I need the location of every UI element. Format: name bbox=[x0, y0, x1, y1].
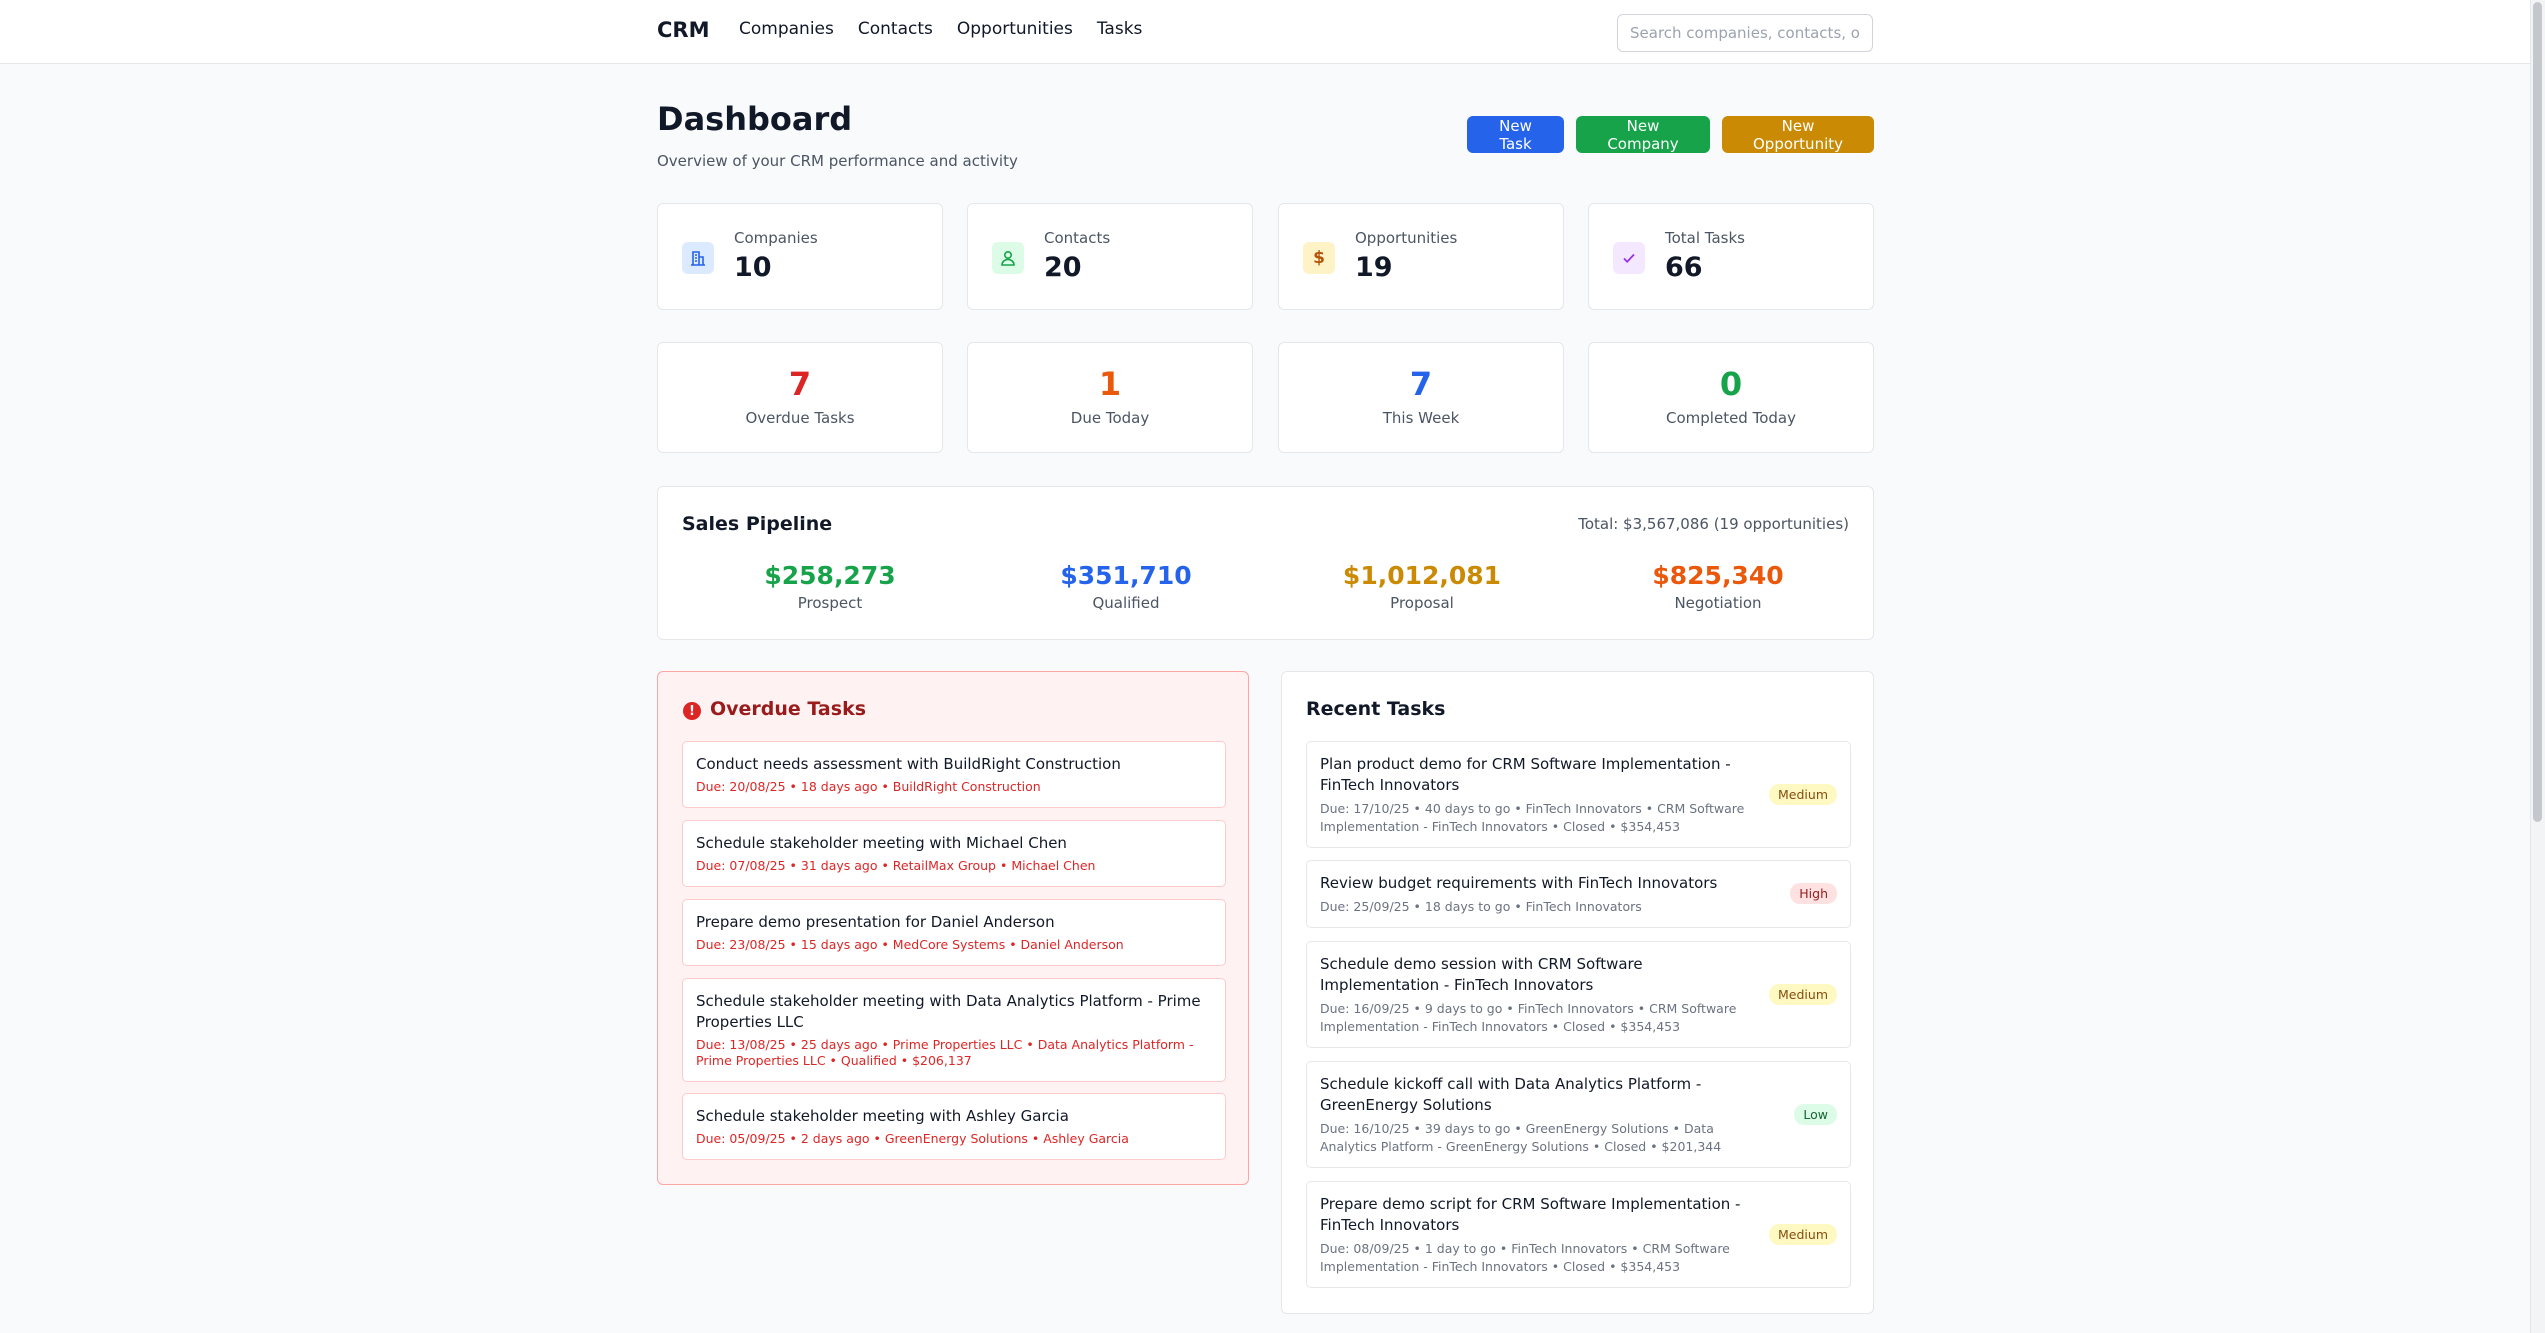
nav-link-tasks[interactable]: Tasks bbox=[1097, 19, 1143, 39]
metric-card-completed-today[interactable]: 0 Completed Today bbox=[1588, 342, 1874, 453]
check-icon bbox=[1613, 242, 1645, 274]
recent-task-item[interactable]: Plan product demo for CRM Software Imple… bbox=[1306, 741, 1851, 848]
priority-badge: Low bbox=[1794, 1104, 1837, 1125]
task-meta: Due: 23/08/25 • 15 days ago • MedCore Sy… bbox=[696, 937, 1124, 952]
stage-amount: $825,340 bbox=[1652, 561, 1784, 590]
metric-card-overdue[interactable]: 7 Overdue Tasks bbox=[657, 342, 943, 453]
task-title: Schedule stakeholder meeting with Michae… bbox=[696, 834, 1067, 852]
overdue-tasks-panel: ! Overdue Tasks Conduct needs assessment… bbox=[657, 671, 1249, 1185]
stage-amount: $258,273 bbox=[764, 561, 896, 590]
stat-value: 20 bbox=[1044, 252, 1082, 283]
task-title: Plan product demo for CRM Software Imple… bbox=[1320, 755, 1731, 794]
metric-label: Overdue Tasks bbox=[745, 409, 855, 427]
task-meta: Due: 17/10/25 • 40 days to go • FinTech … bbox=[1320, 801, 1745, 834]
metric-label: Due Today bbox=[1070, 409, 1150, 427]
nav-link-companies[interactable]: Companies bbox=[739, 19, 834, 39]
page-title: Dashboard bbox=[657, 100, 853, 138]
brand-logo[interactable]: CRM bbox=[657, 18, 709, 42]
task-title: Schedule stakeholder meeting with Data A… bbox=[696, 992, 1201, 1031]
task-title: Schedule kickoff call with Data Analytic… bbox=[1320, 1075, 1702, 1114]
sales-pipeline-card: Sales Pipeline Total: $3,567,086 (19 opp… bbox=[657, 486, 1874, 640]
metric-value: 7 bbox=[788, 365, 812, 403]
stat-label: Companies bbox=[734, 229, 818, 247]
nav-link-contacts[interactable]: Contacts bbox=[858, 19, 933, 39]
task-title: Prepare demo presentation for Daniel And… bbox=[696, 913, 1055, 931]
overdue-task-item[interactable]: Schedule stakeholder meeting with Ashley… bbox=[682, 1093, 1226, 1160]
priority-badge: High bbox=[1790, 883, 1837, 904]
task-title: Review budget requirements with FinTech … bbox=[1320, 874, 1718, 892]
stat-value: 19 bbox=[1355, 252, 1393, 283]
overdue-task-item[interactable]: Prepare demo presentation for Daniel And… bbox=[682, 899, 1226, 966]
pipeline-total: Total: $3,567,086 (19 opportunities) bbox=[1578, 515, 1849, 533]
new-task-button[interactable]: New Task bbox=[1467, 116, 1564, 153]
recent-task-item[interactable]: Schedule kickoff call with Data Analytic… bbox=[1306, 1061, 1851, 1168]
metric-card-this-week[interactable]: 7 This Week bbox=[1278, 342, 1564, 453]
stat-card-opportunities[interactable]: $ Opportunities 19 bbox=[1278, 203, 1564, 310]
overdue-task-item[interactable]: Schedule stakeholder meeting with Data A… bbox=[682, 978, 1226, 1082]
metric-label: This Week bbox=[1382, 409, 1460, 427]
task-meta: Due: 16/10/25 • 39 days to go • GreenEne… bbox=[1320, 1121, 1722, 1154]
overdue-task-item[interactable]: Schedule stakeholder meeting with Michae… bbox=[682, 820, 1226, 887]
task-meta: Due: 20/08/25 • 18 days ago • BuildRight… bbox=[696, 779, 1041, 794]
metric-card-due-today[interactable]: 1 Due Today bbox=[967, 342, 1253, 453]
metric-value: 0 bbox=[1719, 365, 1743, 403]
stat-card-companies[interactable]: Companies 10 bbox=[657, 203, 943, 310]
metric-value: 1 bbox=[1098, 365, 1122, 403]
stage-name: Negotiation bbox=[1674, 594, 1762, 612]
stat-label: Contacts bbox=[1044, 229, 1111, 247]
stat-card-contacts[interactable]: Contacts 20 bbox=[967, 203, 1253, 310]
task-title: Prepare demo script for CRM Software Imp… bbox=[1320, 1195, 1741, 1234]
dollar-icon: $ bbox=[1303, 242, 1335, 274]
stat-value: 10 bbox=[734, 252, 772, 283]
recent-tasks-panel: Recent Tasks Plan product demo for CRM S… bbox=[1281, 671, 1874, 1314]
task-title: Conduct needs assessment with BuildRight… bbox=[696, 755, 1121, 773]
recent-tasks-title: Recent Tasks bbox=[1306, 698, 1446, 720]
new-company-button[interactable]: New Company bbox=[1576, 116, 1710, 153]
pipeline-stage-prospect[interactable]: $258,273 Prospect bbox=[682, 561, 978, 612]
nav-link-opportunities[interactable]: Opportunities bbox=[957, 19, 1073, 39]
stat-label: Opportunities bbox=[1355, 229, 1458, 247]
metric-label: Completed Today bbox=[1666, 409, 1796, 427]
recent-task-item[interactable]: Prepare demo script for CRM Software Imp… bbox=[1306, 1181, 1851, 1288]
task-meta: Due: 16/09/25 • 9 days to go • FinTech I… bbox=[1320, 1001, 1737, 1034]
task-meta: Due: 13/08/25 • 25 days ago • Prime Prop… bbox=[696, 1037, 1194, 1068]
task-meta: Due: 05/09/25 • 2 days ago • GreenEnergy… bbox=[696, 1131, 1129, 1146]
overdue-task-item[interactable]: Conduct needs assessment with BuildRight… bbox=[682, 741, 1226, 808]
task-title: Schedule stakeholder meeting with Ashley… bbox=[696, 1107, 1069, 1125]
pipeline-stage-negotiation[interactable]: $825,340 Negotiation bbox=[1570, 561, 1866, 612]
overdue-tasks-title: Overdue Tasks bbox=[710, 698, 867, 720]
building-icon bbox=[682, 242, 714, 274]
priority-badge: Medium bbox=[1769, 784, 1837, 805]
stage-name: Prospect bbox=[797, 594, 863, 612]
task-meta: Due: 07/08/25 • 31 days ago • RetailMax … bbox=[696, 858, 1096, 873]
alert-icon: ! bbox=[683, 702, 701, 720]
priority-badge: Medium bbox=[1769, 1224, 1837, 1245]
search-input[interactable] bbox=[1617, 14, 1873, 52]
task-meta: Due: 25/09/25 • 18 days to go • FinTech … bbox=[1320, 899, 1642, 914]
person-icon bbox=[992, 242, 1024, 274]
top-nav: CRM Companies Contacts Opportunities Tas… bbox=[0, 0, 2530, 64]
scrollbar-thumb[interactable] bbox=[2533, 2, 2542, 822]
stat-value: 66 bbox=[1665, 252, 1703, 283]
stat-label: Total Tasks bbox=[1665, 229, 1745, 247]
stat-card-total-tasks[interactable]: Total Tasks 66 bbox=[1588, 203, 1874, 310]
recent-task-item[interactable]: Review budget requirements with FinTech … bbox=[1306, 860, 1851, 928]
new-opportunity-button[interactable]: New Opportunity bbox=[1722, 116, 1874, 153]
page-subtitle: Overview of your CRM performance and act… bbox=[657, 152, 1018, 170]
pipeline-stage-proposal[interactable]: $1,012,081 Proposal bbox=[1274, 561, 1570, 612]
stage-name: Proposal bbox=[1390, 594, 1454, 612]
pipeline-title: Sales Pipeline bbox=[682, 513, 833, 535]
stage-amount: $1,012,081 bbox=[1342, 561, 1502, 590]
priority-badge: Medium bbox=[1769, 984, 1837, 1005]
recent-task-item[interactable]: Schedule demo session with CRM Software … bbox=[1306, 941, 1851, 1048]
metric-value: 7 bbox=[1409, 365, 1433, 403]
stage-amount: $351,710 bbox=[1060, 561, 1192, 590]
main-nav: Companies Contacts Opportunities Tasks bbox=[739, 19, 1142, 39]
stage-name: Qualified bbox=[1092, 594, 1160, 612]
task-meta: Due: 08/09/25 • 1 day to go • FinTech In… bbox=[1320, 1241, 1730, 1274]
pipeline-stage-qualified[interactable]: $351,710 Qualified bbox=[978, 561, 1274, 612]
task-title: Schedule demo session with CRM Software … bbox=[1320, 955, 1643, 994]
